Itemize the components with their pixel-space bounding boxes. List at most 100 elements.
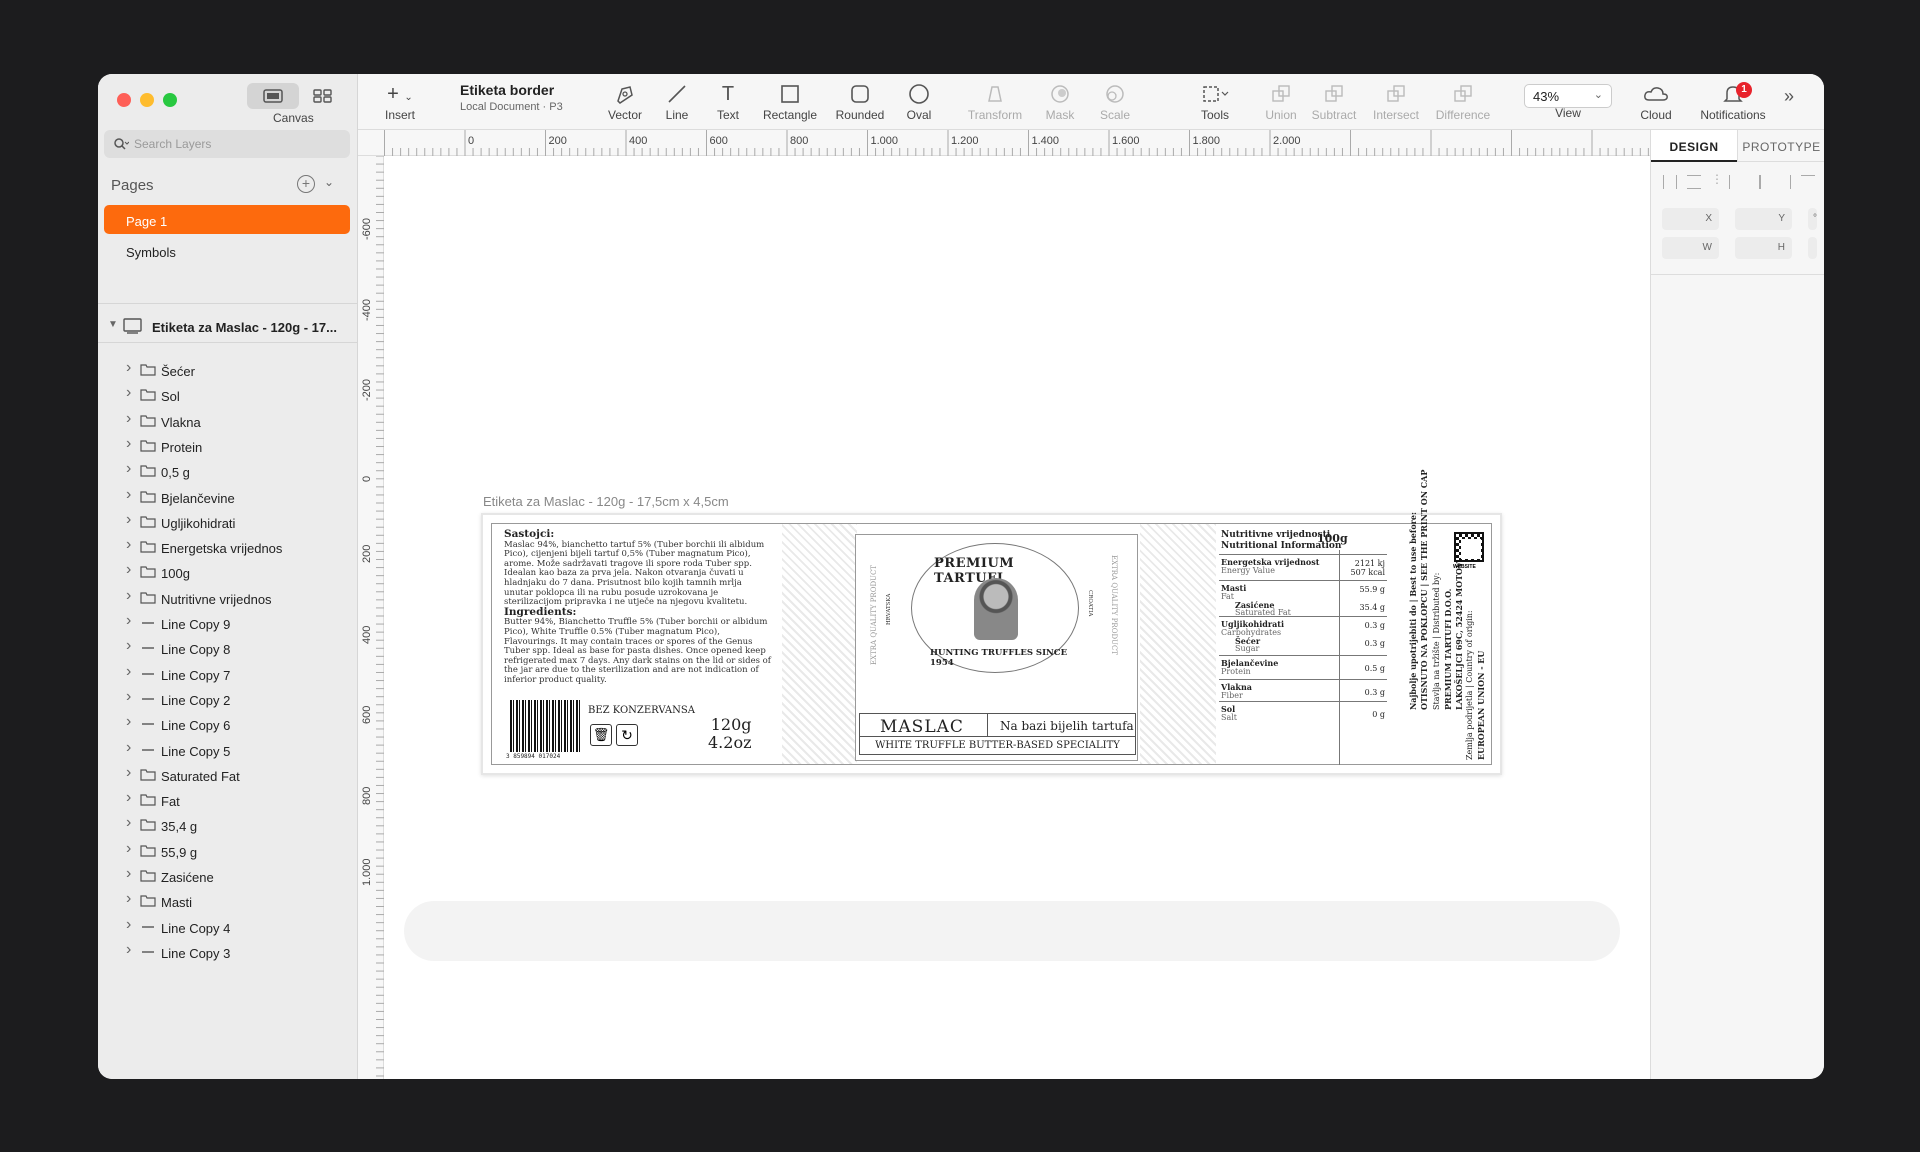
rounded-tool-button[interactable]: Rounded bbox=[832, 80, 888, 122]
chevron-right-icon[interactable]: › bbox=[126, 561, 131, 579]
zoom-window-button[interactable] bbox=[163, 93, 177, 107]
butter-label[interactable]: Sastojci: Maslac 94%, bianchetto tartuf … bbox=[491, 470, 1492, 765]
chevron-down-icon[interactable]: ▼ bbox=[108, 319, 118, 330]
layer-item[interactable]: › Fat bbox=[98, 788, 358, 813]
tab-design[interactable]: DESIGN bbox=[1651, 130, 1737, 162]
chevron-right-icon[interactable]: › bbox=[126, 916, 131, 934]
chevron-right-icon[interactable]: › bbox=[126, 865, 131, 883]
tab-prototype[interactable]: PROTOTYPE bbox=[1737, 130, 1824, 162]
chevron-right-icon[interactable]: › bbox=[126, 536, 131, 554]
page-item-page-1[interactable]: Page 1 bbox=[104, 205, 350, 234]
chevron-right-icon[interactable]: › bbox=[126, 840, 131, 858]
height-field[interactable]: H bbox=[1735, 237, 1792, 259]
components-view-toggle[interactable] bbox=[303, 83, 343, 109]
chevron-right-icon[interactable]: › bbox=[126, 688, 131, 706]
cloud-button[interactable]: Cloud bbox=[1636, 80, 1676, 122]
layer-item[interactable]: › Zasićene bbox=[98, 864, 358, 889]
artboard[interactable]: Sastojci: Maslac 94%, bianchetto tartuf … bbox=[481, 470, 1502, 775]
add-page-icon[interactable]: + bbox=[297, 175, 315, 193]
notifications-button[interactable]: Notifications 1 bbox=[1694, 80, 1772, 122]
layer-item[interactable]: › Energetska vrijednos bbox=[98, 535, 358, 560]
distribute-horizontal-icon[interactable] bbox=[1663, 175, 1677, 189]
vector-tool-button[interactable]: Vector bbox=[602, 80, 648, 122]
document-title[interactable]: Etiketa border bbox=[460, 82, 554, 98]
layer-item[interactable]: › Sol bbox=[98, 383, 358, 408]
layer-item[interactable]: › Vlakna bbox=[98, 409, 358, 434]
chevron-right-icon[interactable]: › bbox=[126, 663, 131, 681]
chevron-right-icon[interactable]: › bbox=[126, 359, 131, 377]
layer-item[interactable]: › 35,4 g bbox=[98, 813, 358, 838]
chevron-down-icon[interactable]: ⌄ bbox=[324, 175, 334, 189]
center-panel[interactable]: EXTRA QUALITY PRODUCT EXTRA QUALITY PROD… bbox=[855, 534, 1138, 761]
layer-item[interactable]: › Line Copy 6 bbox=[98, 712, 358, 737]
x-field[interactable]: X bbox=[1662, 208, 1719, 230]
search-layers-input[interactable]: Search Layers bbox=[104, 130, 350, 158]
chevron-right-icon[interactable]: › bbox=[126, 460, 131, 478]
y-field[interactable]: Y bbox=[1735, 208, 1792, 230]
horizontal-ruler[interactable]: 0 200 400 600 800 1.000 1.200 1.400 1.600 1.800 2.… bbox=[358, 130, 1650, 156]
align-center-icon[interactable] bbox=[1753, 175, 1767, 189]
layer-item[interactable]: › Line Copy 3 bbox=[98, 940, 358, 965]
transform-button[interactable]: Transform bbox=[962, 80, 1028, 122]
minimize-window-button[interactable] bbox=[140, 93, 154, 107]
design-canvas[interactable]: Etiketa za Maslac - 120g - 17,5cm x 4,5c… bbox=[384, 156, 1650, 1079]
chevron-right-double-icon[interactable]: » bbox=[1784, 86, 1794, 107]
chevron-right-icon[interactable]: › bbox=[126, 739, 131, 757]
ingredients-text-block[interactable]: Sastojci: Maslac 94%, bianchetto tartuf … bbox=[504, 529, 772, 686]
layer-item[interactable]: › Bjelančevine bbox=[98, 485, 358, 510]
layer-item[interactable]: › 100g bbox=[98, 560, 358, 585]
rotation-field[interactable]: ° bbox=[1808, 208, 1817, 230]
chevron-right-icon[interactable]: › bbox=[126, 612, 131, 630]
layer-item[interactable]: › Line Copy 8 bbox=[98, 636, 358, 661]
layer-item[interactable]: › Protein bbox=[98, 434, 358, 459]
scale-button[interactable]: Scale bbox=[1097, 80, 1133, 122]
layer-item[interactable]: › Ugljikohidrati bbox=[98, 510, 358, 535]
union-button[interactable]: Union bbox=[1263, 80, 1299, 122]
chevron-right-icon[interactable]: › bbox=[126, 486, 131, 504]
chevron-right-icon[interactable]: › bbox=[126, 713, 131, 731]
view-button[interactable]: View bbox=[1548, 106, 1588, 120]
layer-item[interactable]: › Saturated Fat bbox=[98, 763, 358, 788]
align-right-icon[interactable] bbox=[1777, 175, 1791, 189]
more-icon[interactable]: ⋮ bbox=[1711, 172, 1723, 186]
layer-item[interactable]: › Line Copy 4 bbox=[98, 915, 358, 940]
rectangle-tool-button[interactable]: Rectangle bbox=[758, 80, 822, 122]
artboard-layer[interactable]: ▼ Etiketa za Maslac - 120g - 17... bbox=[98, 313, 358, 341]
chevron-right-icon[interactable]: › bbox=[126, 941, 131, 959]
chevron-right-icon[interactable]: › bbox=[126, 511, 131, 529]
intersect-button[interactable]: Intersect bbox=[1369, 80, 1423, 122]
vertical-ruler[interactable]: -600 -400 -200 0 200 400 600 800 1.000 bbox=[358, 156, 384, 1079]
chevron-right-icon[interactable]: › bbox=[126, 410, 131, 428]
layer-item[interactable]: › 55,9 g bbox=[98, 839, 358, 864]
layer-item[interactable]: › Line Copy 9 bbox=[98, 611, 358, 636]
chevron-right-icon[interactable]: › bbox=[126, 637, 131, 655]
page-item-symbols[interactable]: Symbols bbox=[104, 236, 350, 265]
chevron-right-icon[interactable]: › bbox=[126, 587, 131, 605]
close-window-button[interactable] bbox=[117, 93, 131, 107]
chevron-right-icon[interactable]: › bbox=[126, 890, 131, 908]
difference-button[interactable]: Difference bbox=[1432, 80, 1494, 122]
chevron-right-icon[interactable]: › bbox=[126, 384, 131, 402]
chevron-right-icon[interactable]: › bbox=[126, 435, 131, 453]
oval-tool-button[interactable]: Oval bbox=[902, 80, 936, 122]
layer-list[interactable]: › Šećer › Sol › Vlakna › Protein › 0,5 g › Bjelanče… bbox=[98, 348, 358, 1079]
flip-icon[interactable] bbox=[1808, 237, 1817, 259]
chevron-right-icon[interactable]: › bbox=[126, 789, 131, 807]
layer-item[interactable]: › 0,5 g bbox=[98, 459, 358, 484]
chevron-right-icon[interactable]: › bbox=[126, 814, 131, 832]
layer-item[interactable]: › Masti bbox=[98, 889, 358, 914]
zoom-select[interactable]: 43% ⌄ bbox=[1524, 84, 1612, 108]
chevron-right-icon[interactable]: › bbox=[126, 764, 131, 782]
artboard-title[interactable]: Etiketa za Maslac - 120g - 17,5cm x 4,5c… bbox=[483, 494, 729, 509]
layer-item[interactable]: › Šećer bbox=[98, 358, 358, 383]
text-tool-button[interactable]: T Text bbox=[712, 80, 744, 123]
align-top-icon[interactable] bbox=[1801, 175, 1815, 189]
layer-item[interactable]: › Line Copy 5 bbox=[98, 738, 358, 763]
distribute-vertical-icon[interactable] bbox=[1687, 175, 1701, 189]
insert-button[interactable]: + ⌄ Insert bbox=[380, 80, 420, 123]
align-left-icon[interactable] bbox=[1729, 175, 1743, 189]
layer-item[interactable]: › Line Copy 2 bbox=[98, 687, 358, 712]
subtract-button[interactable]: Subtract bbox=[1308, 80, 1360, 122]
mask-button[interactable]: Mask bbox=[1043, 80, 1077, 122]
canvas-view-toggle[interactable] bbox=[247, 83, 299, 109]
